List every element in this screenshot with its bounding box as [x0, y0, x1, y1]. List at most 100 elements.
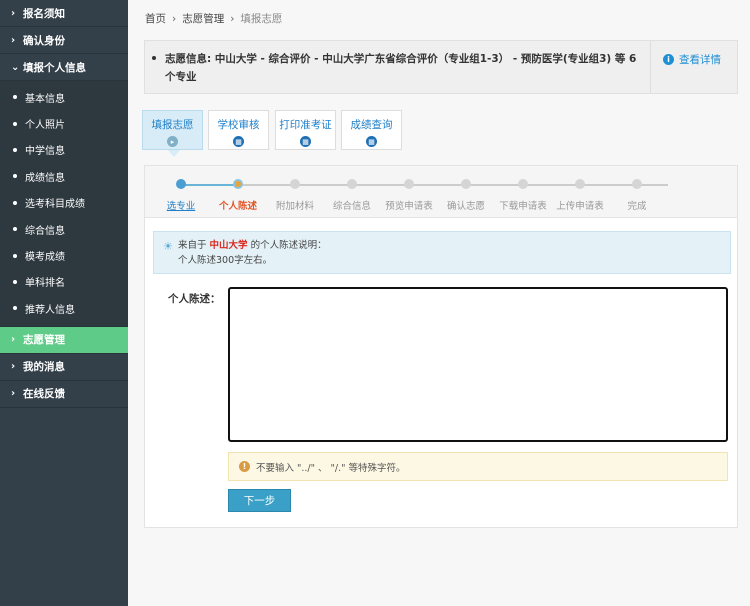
- lightbulb-icon: ☀: [163, 240, 173, 253]
- nav-item-label: 报名须知: [23, 7, 65, 20]
- special-char-warning: ! 不要输入 "../" 、 "/." 等特殊字符。: [228, 452, 728, 481]
- sub-item-referee-info[interactable]: 推荐人信息: [0, 295, 128, 321]
- step-dot: [233, 179, 243, 189]
- next-step-button[interactable]: 下一步: [228, 489, 291, 512]
- application-info-text: 志愿信息: 中山大学 - 综合评价 - 中山大学广东省综合评价（专业组1-3） …: [165, 53, 637, 83]
- nav-item-personal-info[interactable]: ⌄ 填报个人信息: [0, 54, 128, 81]
- step-dot: [632, 179, 642, 189]
- chevron-down-icon: ⌄: [11, 61, 20, 73]
- chevron-right-icon: ›: [172, 12, 177, 25]
- chevron-right-icon: ›: [11, 388, 16, 400]
- warning-icon: !: [239, 461, 250, 472]
- sub-item-grades[interactable]: 成绩信息: [0, 163, 128, 189]
- bullet-icon: [13, 279, 17, 284]
- bullet-icon: [13, 306, 17, 311]
- view-details-link[interactable]: i 查看详情: [663, 52, 721, 67]
- step-label: 预览申请表: [385, 201, 433, 212]
- personal-statement-textarea[interactable]: [228, 287, 728, 442]
- sub-item-elective-grades[interactable]: 选考科目成绩: [0, 190, 128, 216]
- breadcrumb: 首页 › 志愿管理 › 填报志愿: [145, 11, 282, 26]
- calendar-icon: ▦: [300, 136, 311, 147]
- sub-item-label: 个人照片: [25, 120, 65, 132]
- nav-item-confirm-identity[interactable]: › 确认身份: [0, 27, 128, 54]
- bullet-icon: [13, 147, 17, 152]
- statement-instructions: ☀ 来自于 中山大学 的个人陈述说明： 个人陈述300字左右。: [153, 231, 731, 274]
- sub-item-label: 单科排名: [25, 278, 65, 290]
- sub-item-label: 基本信息: [25, 93, 65, 105]
- step-dot: [347, 179, 357, 189]
- step-label: 个人陈述: [218, 201, 257, 212]
- tab-label: 成绩查询: [350, 119, 393, 131]
- step-download-form: 下载申请表: [493, 179, 553, 212]
- nav-item-label: 在线反馈: [23, 388, 65, 401]
- bullet-icon: [13, 227, 17, 232]
- step-label: 完成: [627, 201, 647, 212]
- sub-item-high-school[interactable]: 中学信息: [0, 137, 128, 163]
- chevron-right-icon: ›: [11, 34, 16, 46]
- bullet-icon: [13, 174, 17, 179]
- nav-item-my-messages[interactable]: › 我的消息: [0, 354, 128, 381]
- step-comprehensive-info: 综合信息: [322, 179, 382, 212]
- chevron-right-icon: ›: [11, 334, 16, 346]
- sub-item-photo[interactable]: 个人照片: [0, 110, 128, 136]
- step-dot: [290, 179, 300, 189]
- progress-steps: 选专业 个人陈述 附加材料 综合信息 预览申请表 确认志愿 下载申请表 上传申请…: [145, 166, 737, 218]
- bullet-icon: [13, 253, 17, 258]
- nav-item-online-feedback[interactable]: › 在线反馈: [0, 381, 128, 408]
- play-icon: ▸: [167, 136, 178, 147]
- personal-info-submenu: 基本信息 个人照片 中学信息 成绩信息 选考科目成绩 综合信息 模考成绩 单科排…: [0, 81, 128, 327]
- nav-item-label: 确认身份: [23, 34, 65, 47]
- sub-item-label: 成绩信息: [25, 172, 65, 184]
- step-label: 综合信息: [332, 201, 371, 212]
- statement-field-label: 个人陈述：: [168, 293, 221, 305]
- tab-fill-application[interactable]: 填报志愿 ▸: [142, 110, 203, 150]
- step-label: 选专业: [166, 201, 196, 212]
- warning-text: 不要输入 "../" 、 "/." 等特殊字符。: [256, 462, 406, 474]
- nav-item-application-management[interactable]: › 志愿管理: [0, 326, 128, 354]
- calendar-icon: ▦: [366, 136, 377, 147]
- step-select-major[interactable]: 选专业: [151, 179, 211, 212]
- bullet-icon: [13, 121, 17, 126]
- active-tab-pointer: [168, 150, 180, 157]
- notice-line-1: 来自于 中山大学 的个人陈述说明：: [178, 238, 730, 253]
- chevron-right-icon: ›: [11, 7, 16, 19]
- tab-label: 学校审核: [217, 119, 260, 131]
- step-label: 下载申请表: [499, 201, 547, 212]
- sub-item-label: 模考成绩: [25, 252, 65, 264]
- view-details-label: 查看详情: [679, 54, 721, 66]
- sub-item-comprehensive-info[interactable]: 综合信息: [0, 216, 128, 242]
- chevron-right-icon: ›: [11, 361, 16, 373]
- step-personal-statement[interactable]: 个人陈述: [208, 179, 268, 212]
- step-dot: [461, 179, 471, 189]
- step-dot: [176, 179, 186, 189]
- step-label: 确认志愿: [446, 201, 485, 212]
- nav-item-label: 志愿管理: [23, 334, 65, 347]
- step-label: 上传申请表: [556, 201, 604, 212]
- breadcrumb-home[interactable]: 首页: [145, 11, 166, 26]
- notice-school: 中山大学: [209, 240, 248, 251]
- nav-item-registration-notice[interactable]: › 报名须知: [0, 0, 128, 27]
- tab-label: 打印准考证: [279, 119, 332, 131]
- info-icon: i: [663, 54, 674, 65]
- divider: [650, 41, 651, 93]
- tab-school-review[interactable]: 学校审核 ▦: [208, 110, 269, 150]
- breadcrumb-section[interactable]: 志愿管理: [182, 11, 224, 26]
- breadcrumb-current: 填报志愿: [240, 13, 283, 25]
- sidebar: › 报名须知 › 确认身份 ⌄ 填报个人信息 基本信息 个人照片 中学信息 成绩…: [0, 0, 128, 606]
- nav-item-label: 我的消息: [23, 361, 65, 374]
- step-additional-materials: 附加材料: [265, 179, 325, 212]
- step-dot: [575, 179, 585, 189]
- bullet-icon: [152, 56, 156, 60]
- statement-panel: 选专业 个人陈述 附加材料 综合信息 预览申请表 确认志愿 下载申请表 上传申请…: [144, 165, 738, 528]
- sub-item-mock-exam[interactable]: 模考成绩: [0, 242, 128, 268]
- step-upload-form: 上传申请表: [550, 179, 610, 212]
- tab-score-query[interactable]: 成绩查询 ▦: [341, 110, 402, 150]
- notice-line-2: 个人陈述300字左右。: [178, 255, 273, 266]
- sub-item-label: 推荐人信息: [25, 304, 75, 316]
- sub-item-basic-info[interactable]: 基本信息: [0, 84, 128, 110]
- sub-item-label: 综合信息: [25, 225, 65, 237]
- bullet-icon: [13, 200, 17, 205]
- sub-item-subject-rank[interactable]: 单科排名: [0, 269, 128, 295]
- sub-item-label: 选考科目成绩: [25, 199, 85, 211]
- tab-print-admission-ticket[interactable]: 打印准考证 ▦: [275, 110, 336, 150]
